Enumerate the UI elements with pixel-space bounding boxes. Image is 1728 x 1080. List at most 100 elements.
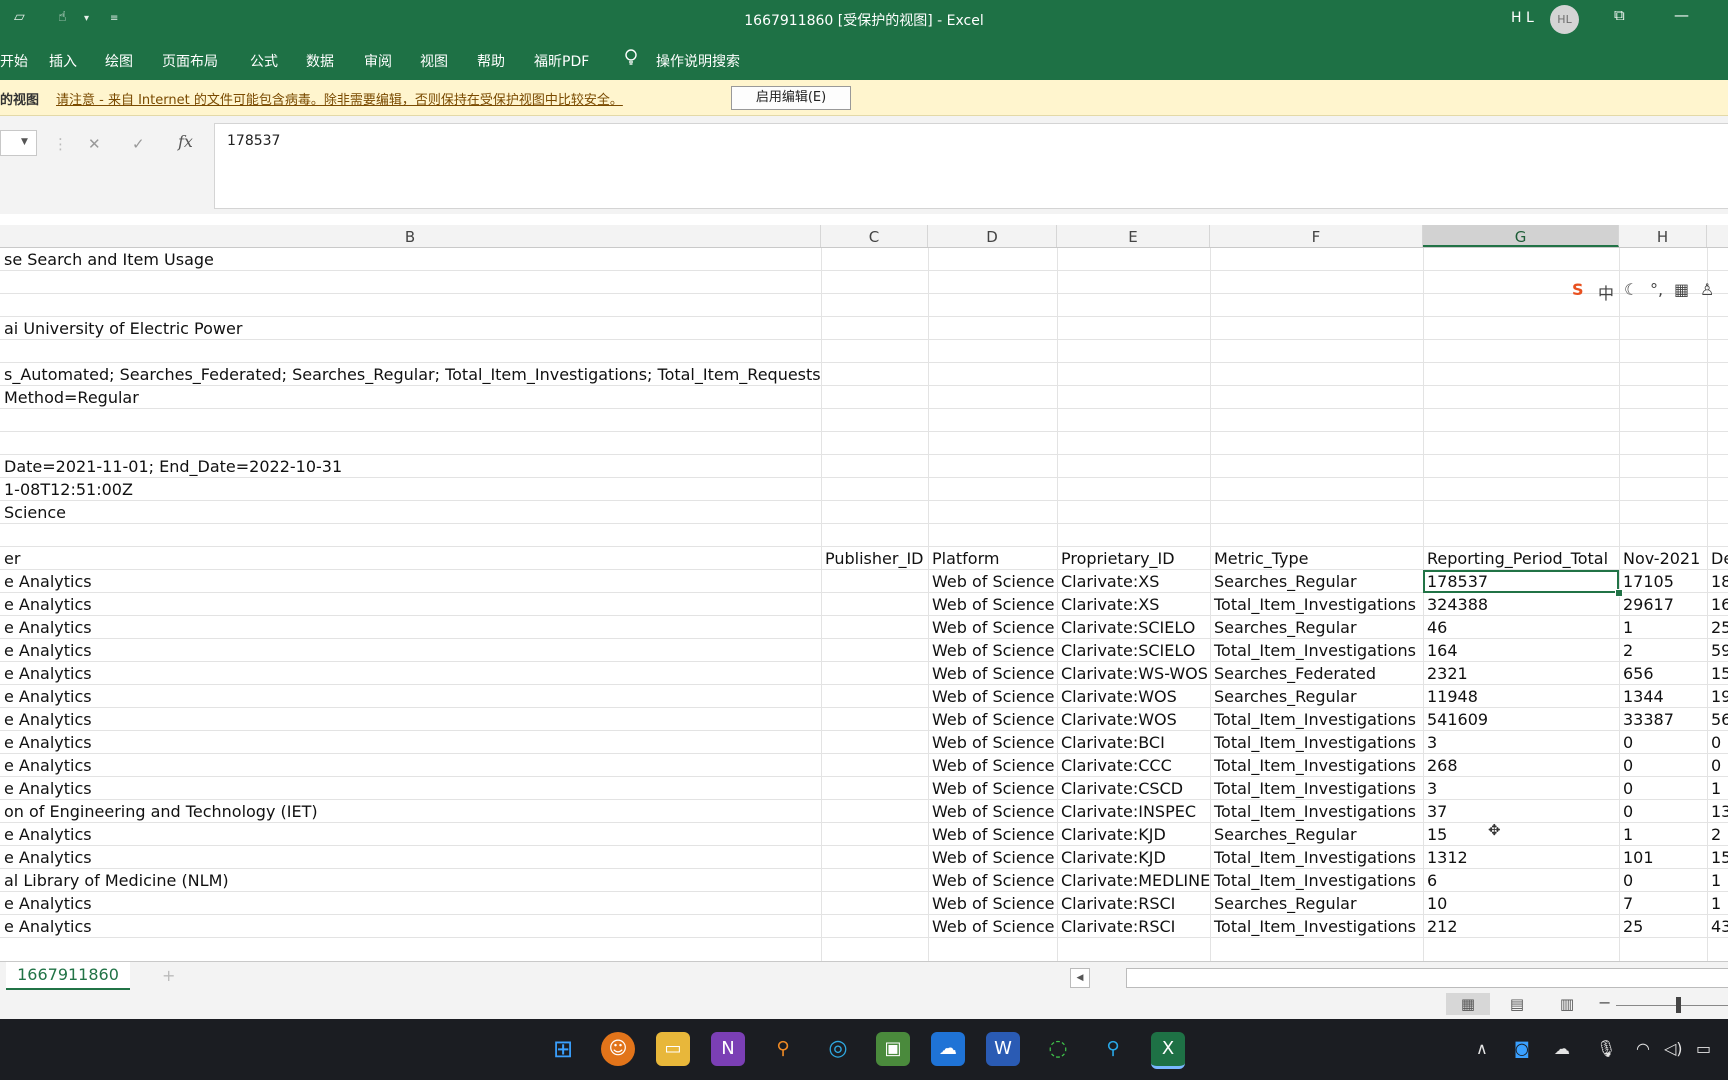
tab-home[interactable]: 开始 bbox=[0, 51, 28, 71]
cell-f[interactable]: Total_Item_Investigations bbox=[1210, 846, 1416, 869]
table-row[interactable]: Method=Regular bbox=[0, 386, 1728, 409]
cell-i[interactable]: 0 bbox=[1707, 731, 1721, 754]
cell-b[interactable] bbox=[0, 340, 4, 363]
cell-b[interactable]: Method=Regular bbox=[0, 386, 139, 409]
cell-b[interactable]: Science bbox=[0, 501, 66, 524]
cell-g[interactable]: 3 bbox=[1423, 777, 1437, 800]
cell-d[interactable]: Web of Science bbox=[928, 570, 1055, 593]
table-row[interactable] bbox=[0, 294, 1728, 317]
onenote-icon[interactable]: N bbox=[711, 1032, 745, 1066]
table-row[interactable]: e Analytics Web of Science Clarivate:RSCI T… bbox=[0, 915, 1728, 938]
cell-d[interactable]: Web of Science bbox=[928, 593, 1055, 616]
cell-c[interactable] bbox=[821, 731, 825, 754]
cell-f[interactable]: Searches_Regular bbox=[1210, 823, 1357, 846]
search-tool-icon[interactable]: ⚲ bbox=[1096, 1032, 1130, 1066]
keyboard-icon[interactable]: ▦ bbox=[1674, 280, 1689, 299]
insert-function-icon[interactable]: fx bbox=[178, 132, 193, 151]
tab-review[interactable]: 审阅 bbox=[364, 51, 392, 71]
column-header-h[interactable]: H bbox=[1619, 225, 1707, 247]
cell-g[interactable]: 164 bbox=[1423, 639, 1458, 662]
cell-h[interactable]: 0 bbox=[1619, 800, 1633, 823]
cell-d[interactable]: Web of Science bbox=[928, 869, 1055, 892]
cell-e[interactable]: Clarivate:CSCD bbox=[1057, 777, 1183, 800]
cell-d[interactable]: Web of Science bbox=[928, 777, 1055, 800]
sogou-logo-icon[interactable]: S bbox=[1572, 280, 1584, 299]
table-row[interactable]: se Search and Item Usage bbox=[0, 248, 1728, 271]
cell-f[interactable]: Total_Item_Investigations bbox=[1210, 708, 1416, 731]
cell-i[interactable]: 25 bbox=[1707, 616, 1728, 639]
cell-i[interactable]: 1 bbox=[1707, 869, 1721, 892]
word-icon[interactable]: W bbox=[986, 1032, 1020, 1066]
zoom-slider[interactable] bbox=[1616, 1005, 1728, 1006]
protected-view-message[interactable]: 请注意 - 来自 Internet 的文件可能包含病毒。除非需要编辑，否则保持在… bbox=[56, 89, 623, 108]
cell-b[interactable]: ai University of Electric Power bbox=[0, 317, 242, 340]
cell-c[interactable] bbox=[821, 892, 825, 915]
cell-c[interactable] bbox=[821, 616, 825, 639]
cell-e[interactable]: Clarivate:WOS bbox=[1057, 708, 1177, 731]
cell-h[interactable]: 0 bbox=[1619, 869, 1633, 892]
table-row[interactable] bbox=[0, 409, 1728, 432]
cell-h[interactable]: 2 bbox=[1619, 639, 1633, 662]
cell-b[interactable]: Date=2021-11-01; End_Date=2022-10-31 bbox=[0, 455, 342, 478]
cell-f[interactable]: Searches_Regular bbox=[1210, 570, 1357, 593]
table-row[interactable]: s_Automated; Searches_Federated; Searche… bbox=[0, 363, 1728, 386]
cell-d[interactable]: Web of Science bbox=[928, 662, 1055, 685]
cell-b[interactable]: e Analytics bbox=[0, 616, 92, 639]
cell-c[interactable] bbox=[821, 593, 825, 616]
cell-d[interactable]: Web of Science bbox=[928, 846, 1055, 869]
cell-e[interactable]: Clarivate:RSCI bbox=[1057, 915, 1175, 938]
cell-i[interactable]: De bbox=[1707, 547, 1728, 570]
tab-view[interactable]: 视图 bbox=[420, 51, 448, 71]
tab-insert[interactable]: 插入 bbox=[49, 51, 77, 71]
edge-icon[interactable]: ◎ bbox=[821, 1032, 855, 1066]
cell-f[interactable]: Total_Item_Investigations bbox=[1210, 869, 1416, 892]
cell-g[interactable]: 541609 bbox=[1423, 708, 1488, 731]
search-app-icon[interactable]: ⚲ bbox=[766, 1032, 800, 1066]
cell-c[interactable] bbox=[821, 823, 825, 846]
cell-i[interactable]: 43 bbox=[1707, 915, 1728, 938]
cell-h[interactable]: 1 bbox=[1619, 616, 1633, 639]
cell-g[interactable]: 15 bbox=[1423, 823, 1447, 846]
selected-cell[interactable] bbox=[1423, 570, 1619, 593]
cell-e[interactable]: Clarivate:XS bbox=[1057, 570, 1159, 593]
cell-e[interactable]: Clarivate:RSCI bbox=[1057, 892, 1175, 915]
cell-d[interactable]: Web of Science bbox=[928, 639, 1055, 662]
cell-i[interactable]: 56 bbox=[1707, 708, 1728, 731]
tell-me-search[interactable]: 操作说明搜索 bbox=[656, 51, 740, 71]
cell-f[interactable]: Total_Item_Investigations bbox=[1210, 777, 1416, 800]
enable-editing-button[interactable]: 启用编辑(E) bbox=[731, 86, 851, 110]
cell-f[interactable]: Searches_Federated bbox=[1210, 662, 1376, 685]
formula-input[interactable]: 178537 bbox=[214, 123, 1728, 209]
cell-g[interactable]: 212 bbox=[1423, 915, 1458, 938]
user-icon[interactable]: ♙ bbox=[1700, 280, 1714, 299]
scroll-left-icon[interactable]: ◀ bbox=[1070, 968, 1090, 988]
avatar[interactable]: HL bbox=[1550, 5, 1579, 34]
cell-g[interactable]: 10 bbox=[1423, 892, 1447, 915]
photos-icon[interactable]: ☁ bbox=[931, 1032, 965, 1066]
cell-b[interactable]: e Analytics bbox=[0, 731, 92, 754]
cell-b[interactable]: e Analytics bbox=[0, 823, 92, 846]
cell-g[interactable]: 46 bbox=[1423, 616, 1447, 639]
table-row[interactable]: on of Engineering and Technology (IET) We… bbox=[0, 800, 1728, 823]
cell-d[interactable]: Web of Science bbox=[928, 800, 1055, 823]
cell-e[interactable]: Clarivate:SCIELO bbox=[1057, 616, 1195, 639]
cell-b[interactable]: se Search and Item Usage bbox=[0, 248, 214, 271]
cell-f[interactable]: Searches_Regular bbox=[1210, 892, 1357, 915]
cell-b[interactable]: on of Engineering and Technology (IET) bbox=[0, 800, 318, 823]
cell-b[interactable]: e Analytics bbox=[0, 639, 92, 662]
table-row[interactable]: ai University of Electric Power bbox=[0, 317, 1728, 340]
cell-h[interactable]: 1 bbox=[1619, 823, 1633, 846]
cell-g[interactable]: 37 bbox=[1423, 800, 1447, 823]
cell-b[interactable]: e Analytics bbox=[0, 777, 92, 800]
cell-h[interactable]: 101 bbox=[1619, 846, 1654, 869]
cell-b[interactable]: e Analytics bbox=[0, 662, 92, 685]
cell-e[interactable]: Clarivate:KJD bbox=[1057, 846, 1166, 869]
cell-g[interactable]: 1312 bbox=[1423, 846, 1468, 869]
cell-b[interactable]: e Analytics bbox=[0, 892, 92, 915]
table-row[interactable]: e Analytics Web of Science Clarivate:WOS Se… bbox=[0, 685, 1728, 708]
minimize-icon[interactable]: — bbox=[1674, 6, 1689, 24]
cell-b[interactable]: 1-08T12:51:00Z bbox=[0, 478, 133, 501]
cell-b[interactable] bbox=[0, 271, 4, 294]
cell-g[interactable]: 268 bbox=[1423, 754, 1458, 777]
worksheet-grid[interactable]: se Search and Item Usage ai University of… bbox=[0, 248, 1728, 961]
